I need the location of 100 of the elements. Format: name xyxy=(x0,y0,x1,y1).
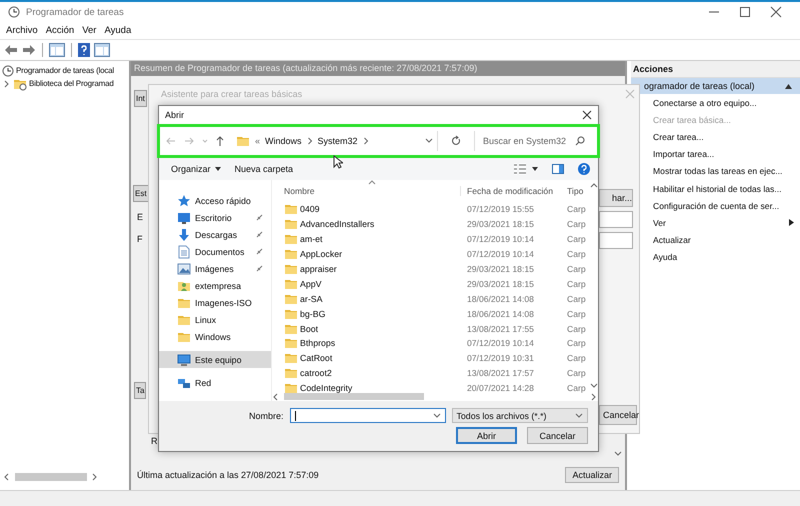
table-cell-text: 20/07/2021 14:28 xyxy=(466,383,535,394)
tab[interactable]: Est xyxy=(133,185,149,202)
nav-item[interactable]: Acceso rápido xyxy=(159,192,271,209)
chevron-right-icon[interactable] xyxy=(306,137,313,145)
menu-item[interactable]: Archivo xyxy=(6,25,38,36)
sort-caret-icon[interactable] xyxy=(368,180,376,185)
folder-icon xyxy=(284,247,298,262)
nav-item[interactable]: Imágenes xyxy=(159,260,271,277)
address-field[interactable]: « Windows System32 xyxy=(232,131,438,151)
file-name[interactable]: CodeIntegrity xyxy=(300,383,352,394)
scroll-thumb[interactable] xyxy=(15,473,87,481)
view-options-icon[interactable] xyxy=(514,164,526,174)
folder-icon xyxy=(284,262,298,276)
help-icon[interactable] xyxy=(578,163,590,175)
file-name[interactable]: ar-SA xyxy=(300,294,322,304)
caret-icon[interactable] xyxy=(532,167,538,171)
table-cell-text: Carp xyxy=(566,204,587,214)
overflow-mark[interactable]: « xyxy=(255,136,260,146)
chevron-left-icon[interactable] xyxy=(272,392,280,400)
refresh-button[interactable]: Actualizar xyxy=(565,467,619,483)
file-name[interactable]: CatRoot xyxy=(300,353,332,364)
column-header[interactable]: Fecha de modificación xyxy=(460,186,563,196)
cancel-button[interactable]: Cancelar xyxy=(527,427,588,444)
close-icon[interactable] xyxy=(770,6,782,18)
pin-icon[interactable] xyxy=(256,248,263,255)
new-folder-button[interactable]: Nueva carpeta xyxy=(230,162,298,176)
nav-item[interactable]: Documentos xyxy=(159,243,271,260)
scroll-thumb[interactable] xyxy=(284,393,424,400)
section-header[interactable]: ogramador de tareas (local) xyxy=(631,78,800,94)
nav-item[interactable]: Este equipo xyxy=(159,351,271,368)
help-book-icon[interactable] xyxy=(78,43,90,57)
folder-icon xyxy=(284,336,298,350)
tab[interactable]: Ta xyxy=(134,382,146,399)
browse-button[interactable]: har... xyxy=(599,189,633,207)
panel-header: Resumen de Programador de tareas (actualización más reciente: 27/08/2021 7:57:09) xyxy=(131,61,625,76)
breadcrumb[interactable]: System32 xyxy=(318,136,358,146)
file-name[interactable]: appraiser xyxy=(300,264,337,274)
preview-pane-icon[interactable] xyxy=(552,164,564,174)
pin-icon[interactable] xyxy=(256,231,263,238)
chevron-down-icon xyxy=(575,412,583,420)
nav-item[interactable]: Escritorio xyxy=(159,209,271,226)
column-header[interactable]: Tipo xyxy=(563,186,589,196)
chevron-right-icon[interactable] xyxy=(3,80,11,88)
breadcrumb[interactable]: Windows xyxy=(265,136,302,146)
chevron-down-icon[interactable] xyxy=(614,450,622,458)
console-tree-icon[interactable] xyxy=(49,43,65,57)
file-name[interactable]: catroot2 xyxy=(300,368,332,378)
nav-item[interactable]: Linux xyxy=(159,311,271,328)
cancel-button[interactable]: Cancelar xyxy=(599,405,637,425)
nav-item[interactable]: extempresa xyxy=(159,277,271,294)
nav-item[interactable]: Descargas xyxy=(159,226,271,243)
text-field[interactable] xyxy=(599,232,633,249)
tree-item[interactable]: Biblioteca del Programad xyxy=(29,79,114,88)
pane-title: Acciones xyxy=(631,61,800,78)
file-name-field[interactable] xyxy=(290,408,446,423)
file-name[interactable]: Boot xyxy=(300,324,318,334)
forward-arrow-icon[interactable] xyxy=(22,44,36,56)
chevron-left-icon[interactable] xyxy=(3,473,11,481)
back-arrow-icon[interactable] xyxy=(4,44,18,56)
nav-item[interactable]: Windows xyxy=(159,328,271,345)
search-field[interactable]: Buscar en System32 xyxy=(481,135,575,147)
menu-item[interactable]: Ver xyxy=(82,25,96,36)
tree-item[interactable]: Programador de tareas (local xyxy=(16,66,114,75)
text-field[interactable] xyxy=(599,211,633,228)
close-icon[interactable] xyxy=(582,110,592,120)
pin-icon[interactable] xyxy=(256,214,263,221)
file-name[interactable]: am-et xyxy=(300,234,322,244)
file-name[interactable]: 0409 xyxy=(300,204,320,214)
file-name[interactable]: AppV xyxy=(300,278,322,289)
open-button[interactable]: Abrir xyxy=(456,427,517,444)
action-item[interactable]: Ver xyxy=(631,214,800,232)
folder-icon xyxy=(284,351,298,366)
chevron-right-icon[interactable] xyxy=(91,473,99,481)
menu-item[interactable]: Acción xyxy=(46,25,74,36)
menu-item[interactable]: Ayuda xyxy=(104,25,132,36)
file-name[interactable]: AdvancedInstallers xyxy=(300,219,374,230)
file-name[interactable]: bg-BG xyxy=(300,308,326,319)
up-arrow-icon[interactable] xyxy=(216,136,224,146)
chevron-up-icon[interactable] xyxy=(590,182,598,190)
organize-button[interactable]: Organizar xyxy=(167,162,225,176)
section-title: ogramador de tareas (local) xyxy=(644,81,755,91)
chevron-down-icon[interactable] xyxy=(425,137,433,145)
label: E xyxy=(137,212,144,222)
maximize-icon[interactable] xyxy=(739,6,751,18)
file-name[interactable]: Bthprops xyxy=(300,338,336,348)
collapse-triangle-icon[interactable] xyxy=(785,84,792,88)
file-name[interactable]: AppLocker xyxy=(300,249,342,260)
horizontal-scrollbar[interactable] xyxy=(272,392,598,401)
column-header[interactable]: Nombre xyxy=(272,186,460,196)
nav-item[interactable]: Imagenes-ISO xyxy=(159,294,271,311)
chevron-right-icon[interactable] xyxy=(362,137,369,145)
tab[interactable]: Int xyxy=(134,90,147,107)
nav-item[interactable]: Red xyxy=(159,374,271,391)
action-pane-icon[interactable] xyxy=(94,43,110,57)
chevron-right-icon[interactable] xyxy=(590,392,598,400)
desktop-icon xyxy=(177,210,191,224)
pin-icon[interactable] xyxy=(256,265,263,272)
file-type-dropdown[interactable]: Todos los archivos (*.*) xyxy=(452,408,588,423)
chevron-down-icon[interactable] xyxy=(590,382,598,390)
search-icon[interactable] xyxy=(575,136,585,146)
